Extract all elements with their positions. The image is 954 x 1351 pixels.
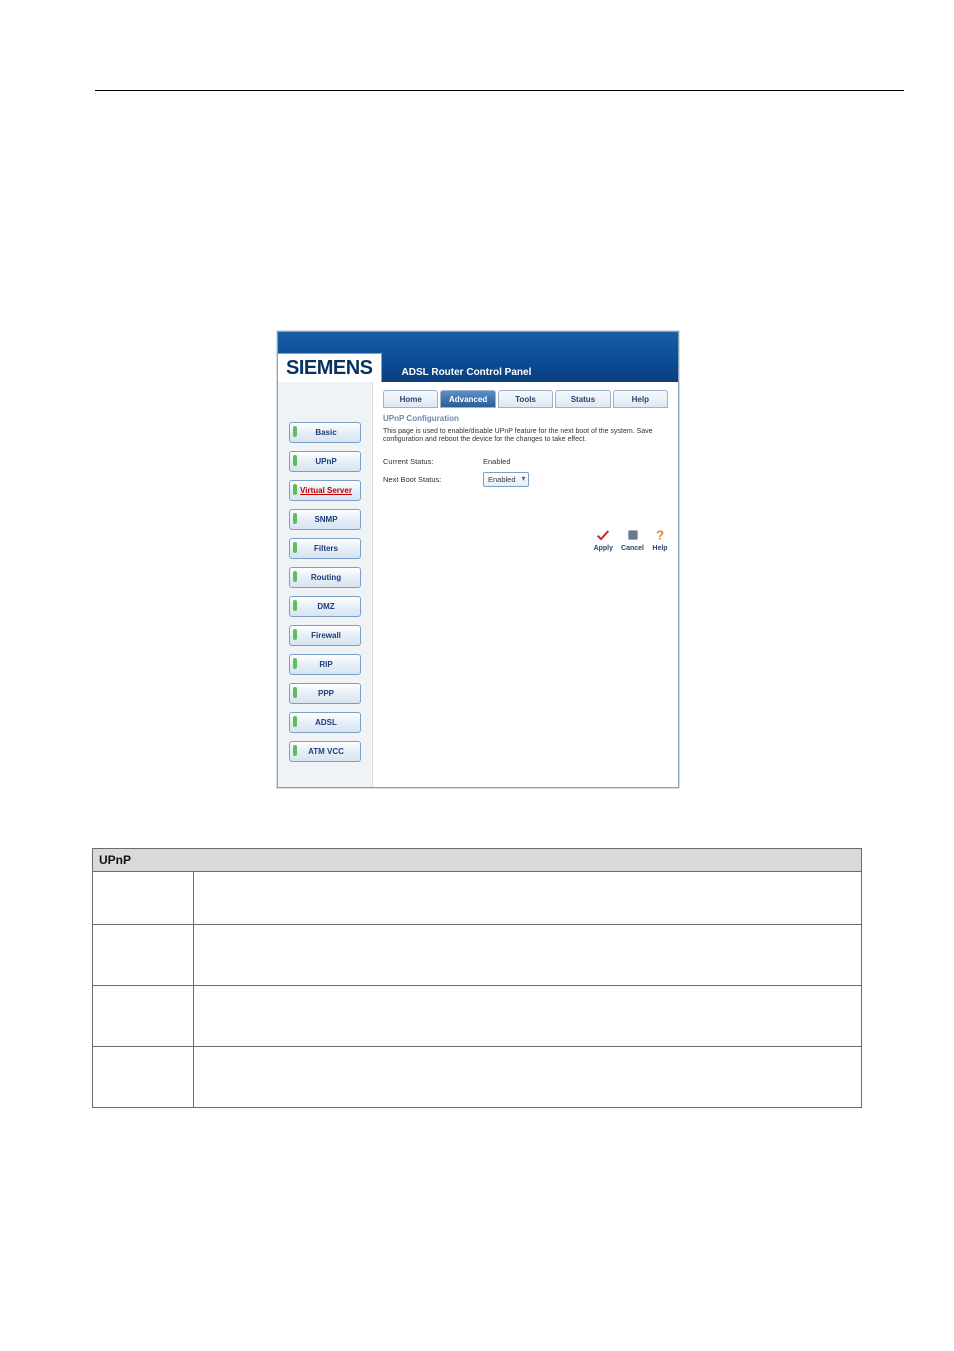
check-icon (595, 527, 611, 545)
current-status-label: Current Status: (383, 457, 483, 466)
tab-status[interactable]: Status (555, 390, 610, 408)
table-cell (194, 925, 862, 986)
sidebar-item-rip[interactable]: RIP (289, 654, 361, 675)
help-label: Help (652, 545, 667, 552)
sidebar-item-upnp[interactable]: UPnP (289, 451, 361, 472)
router-header: SIEMENS ADSL Router Control Panel (278, 332, 678, 382)
apply-button[interactable]: Apply (594, 527, 613, 552)
tab-advanced[interactable]: Advanced (440, 390, 495, 408)
sidebar-item-filters[interactable]: Filters (289, 538, 361, 559)
router-screenshot: SIEMENS ADSL Router Control Panel Basic … (277, 331, 677, 788)
action-row: Apply Cancel ? Help (383, 527, 668, 552)
table-cell (194, 872, 862, 925)
table-row (93, 925, 862, 986)
table-cell (93, 1047, 194, 1108)
table-cell (194, 1047, 862, 1108)
current-status-row: Current Status: Enabled (383, 457, 668, 466)
svg-text:?: ? (656, 527, 664, 542)
sidebar-item-dmz[interactable]: DMZ (289, 596, 361, 617)
sidebar-item-firewall[interactable]: Firewall (289, 625, 361, 646)
section-title: UPnP Configuration (383, 414, 668, 423)
sidebar-item-adsl[interactable]: ADSL (289, 712, 361, 733)
table-row (93, 872, 862, 925)
upnp-table: UPnP (92, 848, 862, 1108)
section-description: This page is used to enable/disable UPnP… (383, 428, 668, 445)
tab-home[interactable]: Home (383, 390, 438, 408)
tab-help[interactable]: Help (613, 390, 668, 408)
sidebar-item-atm-vcc[interactable]: ATM VCC (289, 741, 361, 762)
next-boot-row: Next Boot Status: Enabled (383, 472, 668, 487)
sidebar-item-routing[interactable]: Routing (289, 567, 361, 588)
cancel-icon (625, 527, 641, 545)
cancel-button[interactable]: Cancel (621, 527, 644, 552)
sidebar-item-basic[interactable]: Basic (289, 422, 361, 443)
table-cell (194, 986, 862, 1047)
router-window: SIEMENS ADSL Router Control Panel Basic … (277, 331, 679, 788)
tabbar: Home Advanced Tools Status Help (383, 390, 668, 408)
help-button[interactable]: ? Help (652, 527, 668, 552)
router-body: Basic UPnP Virtual Server SNMP Filters R… (278, 382, 678, 787)
next-boot-label: Next Boot Status: (383, 475, 483, 484)
table-cell (93, 986, 194, 1047)
cancel-label: Cancel (621, 545, 644, 552)
table-cell (93, 872, 194, 925)
table-row (93, 986, 862, 1047)
sidebar-item-virtual-server[interactable]: Virtual Server (289, 480, 361, 501)
sidebar-item-ppp[interactable]: PPP (289, 683, 361, 704)
table-row (93, 1047, 862, 1108)
content-pane: Home Advanced Tools Status Help UPnP Con… (373, 382, 678, 787)
sidebar-item-snmp[interactable]: SNMP (289, 509, 361, 530)
router-title: ADSL Router Control Panel (402, 367, 532, 378)
siemens-logo: SIEMENS (278, 353, 382, 382)
table-header: UPnP (93, 849, 862, 872)
sidebar: Basic UPnP Virtual Server SNMP Filters R… (278, 382, 373, 787)
current-status-value: Enabled (483, 457, 511, 466)
page-header-rule (95, 90, 904, 91)
apply-label: Apply (594, 545, 613, 552)
next-boot-dropdown[interactable]: Enabled (483, 472, 529, 487)
table-cell (93, 925, 194, 986)
help-icon: ? (652, 527, 668, 545)
tab-tools[interactable]: Tools (498, 390, 553, 408)
